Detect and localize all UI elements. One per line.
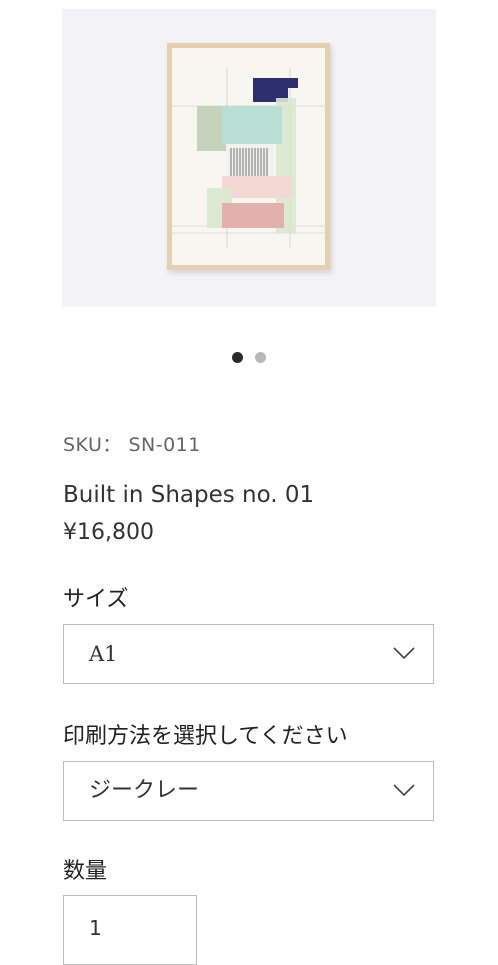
product-image[interactable]	[62, 9, 436, 307]
print-method-select[interactable]: ジークレー	[63, 761, 434, 821]
artwork-mat	[172, 48, 325, 265]
artwork-abstract-shapes	[172, 68, 325, 248]
sku-value: SN-011	[128, 434, 201, 456]
quantity-label: 数量	[63, 859, 108, 884]
product-title: Built in Shapes no. 01	[63, 482, 315, 508]
carousel-dot-2[interactable]	[255, 352, 266, 363]
print-method-label: 印刷方法を選択してください	[63, 724, 348, 749]
size-label: サイズ	[63, 587, 129, 612]
chevron-down-icon	[393, 647, 415, 660]
quantity-value: 1	[89, 916, 102, 940]
carousel-dots	[0, 352, 498, 364]
quantity-input[interactable]: 1	[63, 895, 197, 965]
size-select[interactable]: A1	[63, 624, 434, 684]
sku-label: SKU：	[63, 434, 122, 456]
print-method-select-value: ジークレー	[89, 778, 200, 803]
chevron-down-icon	[393, 784, 415, 797]
size-select-value: A1	[89, 642, 118, 666]
artwork-frame	[167, 43, 330, 270]
carousel-dot-1[interactable]	[232, 352, 243, 363]
product-sku: SKU： SN-011	[63, 430, 201, 457]
product-price: ¥16,800	[63, 520, 154, 545]
